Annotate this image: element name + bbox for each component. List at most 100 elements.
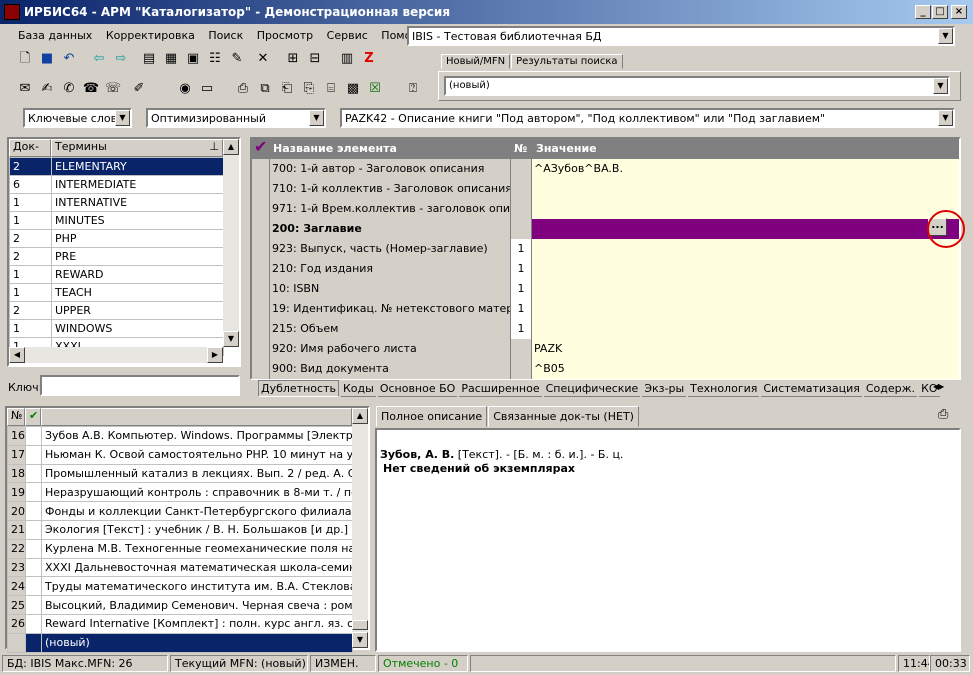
record-row[interactable]: 18 Промышленный катализ в лекциях. Вып. 2… bbox=[7, 463, 353, 484]
forward-icon[interactable]: ⇨ bbox=[112, 50, 130, 68]
terms-hscrollbar[interactable]: ◀ ▶ bbox=[9, 347, 223, 363]
mail-check-icon[interactable]: ✆ bbox=[60, 80, 78, 98]
z3950-icon[interactable]: Z bbox=[360, 50, 378, 68]
books-icon[interactable]: ▥ bbox=[338, 50, 356, 68]
minimize-button[interactable]: _ bbox=[915, 5, 931, 19]
editor-row[interactable]: 920: Имя рабочего листа PAZK bbox=[252, 339, 959, 359]
back-icon[interactable]: ⇦ bbox=[90, 50, 108, 68]
copy-icon[interactable]: ▤ bbox=[140, 50, 158, 68]
record-check[interactable] bbox=[25, 444, 42, 465]
record-row[interactable]: 20 Фонды и коллекции Санкт-Петербургского… bbox=[7, 501, 353, 521]
undo-icon[interactable]: ↶ bbox=[60, 50, 78, 68]
print-icon[interactable]: ⎙ bbox=[234, 80, 252, 98]
menu-search[interactable]: Поиск bbox=[208, 29, 243, 42]
element-value[interactable] bbox=[532, 219, 959, 239]
export-icon[interactable]: ⊟ bbox=[306, 50, 324, 68]
editor-row[interactable]: 19: Идентификац. № нетекстового материал… bbox=[252, 299, 959, 319]
element-value[interactable] bbox=[532, 179, 959, 199]
editor-row[interactable]: 10: ISBN 1 bbox=[252, 279, 959, 299]
stamp-icon[interactable]: ▣ bbox=[184, 50, 202, 68]
element-value[interactable] bbox=[532, 259, 959, 279]
record-row[interactable]: (новый) bbox=[7, 632, 353, 653]
scroll-down-icon[interactable]: ▼ bbox=[223, 331, 239, 347]
editor-tab[interactable]: Дублетность bbox=[258, 380, 339, 397]
tab-new-mfn[interactable]: Новый/MFN bbox=[441, 54, 511, 69]
save-icon[interactable]: ■ bbox=[38, 50, 56, 68]
term-row[interactable]: 6 INTERMEDIATE bbox=[9, 175, 224, 194]
term-row[interactable]: 2 PHP bbox=[9, 229, 224, 248]
editor-row[interactable]: 200: Заглавие bbox=[252, 219, 959, 239]
record-check[interactable] bbox=[25, 482, 42, 503]
term-row[interactable]: 1 REWARD bbox=[9, 265, 224, 284]
col-title-header[interactable] bbox=[41, 408, 352, 426]
scroll-up-icon[interactable]: ▲ bbox=[223, 139, 239, 155]
editor-row[interactable]: 710: 1-й коллектив - Заголовок описания bbox=[252, 179, 959, 199]
key-input[interactable] bbox=[40, 375, 240, 396]
message-icon[interactable]: ☎ bbox=[82, 80, 100, 98]
record-row[interactable]: 23 XXXI Дальневосточная математическая шк… bbox=[7, 557, 353, 578]
tab-linked-docs[interactable]: Связанные док-ты (НЕТ) bbox=[488, 406, 639, 427]
menu-view[interactable]: Просмотр bbox=[257, 29, 313, 42]
tab-search-results[interactable]: Результаты поиска bbox=[511, 54, 623, 69]
col-value-header[interactable]: Значение bbox=[536, 142, 597, 155]
new-document-icon[interactable]: 🗋 bbox=[16, 50, 34, 68]
term-row[interactable]: 1 TEACH bbox=[9, 283, 224, 302]
col-no-header[interactable]: № bbox=[514, 142, 527, 155]
comment-edit-icon[interactable]: ✍ bbox=[38, 80, 56, 98]
maximize-button[interactable]: □ bbox=[932, 5, 948, 19]
grid-icon[interactable]: ▦ bbox=[162, 50, 180, 68]
record-row[interactable]: 26 Reward Internative [Комплект] : полн. … bbox=[7, 613, 353, 634]
scroll-thumb[interactable] bbox=[352, 620, 368, 630]
element-value[interactable]: ^B05 bbox=[532, 359, 959, 379]
chevron-down-icon[interactable]: ▼ bbox=[938, 28, 953, 44]
search-opt-select[interactable]: Оптимизированный ▼ bbox=[146, 108, 326, 128]
term-row[interactable]: 1 INTERNATIVE bbox=[9, 193, 224, 212]
copy-doc-icon[interactable]: ⎘ bbox=[300, 80, 318, 98]
record-check[interactable] bbox=[25, 538, 42, 559]
delete-icon[interactable]: ✕ bbox=[254, 50, 272, 68]
database-select[interactable]: IBIS - Тестовая библиотечная БД ▼ bbox=[407, 26, 955, 46]
element-value[interactable]: ^AЗубов^BA.B. bbox=[532, 159, 959, 179]
term-row[interactable]: 1 WINDOWS bbox=[9, 319, 224, 338]
editor-tab[interactable]: Основное БО bbox=[377, 381, 458, 397]
menu-edit[interactable]: Корректировка bbox=[106, 29, 195, 42]
element-value[interactable] bbox=[532, 279, 959, 299]
scroll-right-icon[interactable]: ▶ bbox=[207, 347, 223, 363]
record-row[interactable]: 16 Зубов А.В. Компьютер. Windows. Програм… bbox=[7, 426, 353, 446]
folder-icon[interactable]: ⌸ bbox=[322, 80, 340, 98]
editor-row[interactable]: 215: Объем 1 bbox=[252, 319, 959, 339]
record-check[interactable] bbox=[25, 426, 42, 446]
print-preview-icon[interactable]: ▭ bbox=[198, 80, 216, 98]
chart-icon[interactable]: ▩ bbox=[344, 80, 362, 98]
record-check[interactable] bbox=[25, 501, 42, 521]
term-row[interactable]: 2 PRE bbox=[9, 247, 224, 266]
record-check[interactable] bbox=[25, 519, 42, 540]
pages-icon[interactable]: ⧉ bbox=[256, 80, 274, 98]
close-button[interactable]: × bbox=[951, 5, 967, 19]
col-terms-header[interactable]: Термины ⊥ bbox=[51, 139, 223, 157]
chevron-down-icon[interactable]: ▼ bbox=[309, 110, 324, 126]
record-check[interactable] bbox=[25, 463, 42, 484]
editor-row[interactable]: 923: Выпуск, часть (Номер-заглавие) 1 bbox=[252, 239, 959, 259]
col-no-header[interactable]: № bbox=[7, 408, 25, 426]
tree-icon[interactable]: ☷ bbox=[206, 50, 224, 68]
menu-database[interactable]: База данных bbox=[18, 29, 92, 42]
brush-icon[interactable]: ✐ bbox=[130, 80, 148, 98]
editor-row[interactable]: 971: 1-й Врем.коллектив - заголовок опис… bbox=[252, 199, 959, 219]
record-check[interactable] bbox=[25, 576, 42, 597]
col-docs-header[interactable]: Док-ов bbox=[9, 139, 51, 166]
scroll-left-icon[interactable]: ◀ bbox=[9, 347, 25, 363]
chevron-down-icon[interactable]: ▼ bbox=[938, 110, 953, 126]
record-row[interactable]: 24 Труды математического института им. В.… bbox=[7, 576, 353, 597]
record-row[interactable]: 21 Экология [Текст] : учебник / В. Н. Бол… bbox=[7, 519, 353, 540]
scroll-down-icon[interactable]: ▼ bbox=[352, 632, 368, 648]
tabs-scroll[interactable]: ◀▶ bbox=[933, 382, 955, 394]
record-row[interactable]: 25 Высоцкий, Владимир Семенович. Черная с… bbox=[7, 595, 353, 615]
editor-row[interactable]: 900: Вид документа ^B05 bbox=[252, 359, 959, 379]
report-icon[interactable]: ⎗ bbox=[278, 80, 296, 98]
menu-service[interactable]: Сервис bbox=[327, 29, 368, 42]
element-value[interactable] bbox=[532, 319, 959, 339]
record-check[interactable] bbox=[25, 632, 42, 653]
checkmark-icon[interactable]: ✔ bbox=[254, 137, 267, 156]
help-icon[interactable]: ⍰ bbox=[404, 80, 422, 98]
